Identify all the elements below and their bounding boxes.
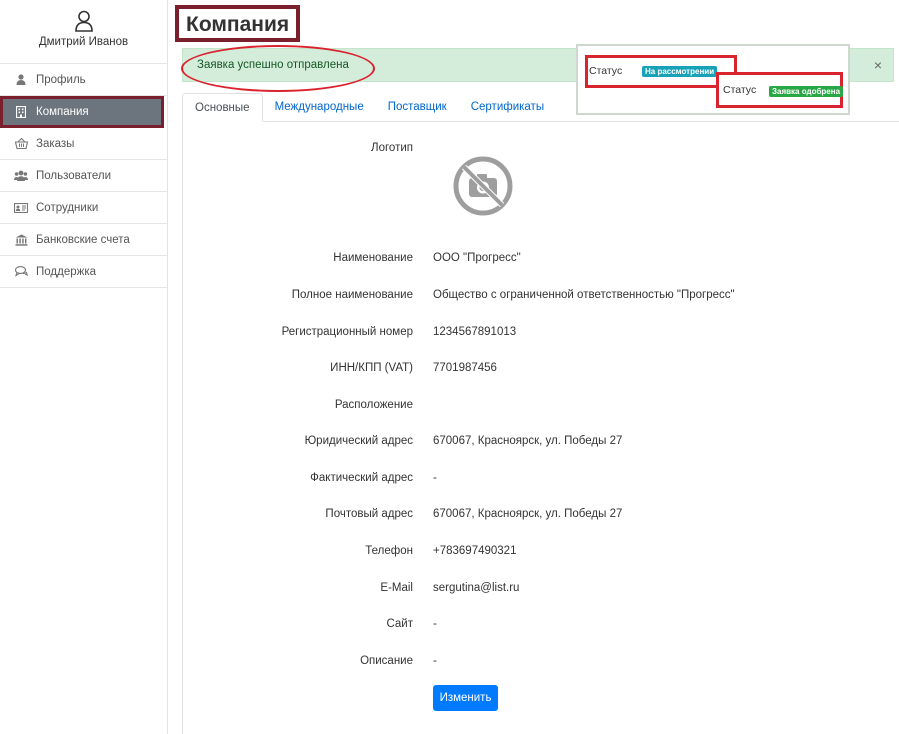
form-label: Описание xyxy=(360,655,413,667)
form-label: Фактический адрес xyxy=(310,472,413,484)
sidebar-item-company[interactable]: Компания xyxy=(0,96,164,128)
form-row-actual-address: Фактический адрес - xyxy=(168,472,899,492)
sidebar-item-label: Сотрудники xyxy=(36,201,99,214)
user-icon xyxy=(74,10,93,32)
tabs: Основные Международные Поставщик Сертифи… xyxy=(182,93,899,122)
form-value: 7701987456 xyxy=(433,362,497,374)
form-row-phone: Телефон +783697490321 xyxy=(168,545,899,565)
sidebar-item-support[interactable]: Поддержка xyxy=(0,256,167,288)
sidebar: Дмитрий Иванов Профиль Компания Заказы П… xyxy=(0,0,168,734)
sidebar-item-employees[interactable]: Сотрудники xyxy=(0,192,167,224)
sidebar-item-label: Компания xyxy=(36,105,89,118)
id-card-icon xyxy=(14,201,28,215)
tab-international[interactable]: Международные xyxy=(263,93,376,122)
form-label: Полное наименование xyxy=(291,289,413,301)
form-label: Юридический адрес xyxy=(304,435,413,447)
form-value: ООО "Прогресс" xyxy=(433,252,521,264)
alert-highlight-ellipse xyxy=(181,45,375,92)
tab-certificates[interactable]: Сертификаты xyxy=(459,93,556,122)
form-row-email: E-Mail sergutina@list.ru xyxy=(168,582,899,602)
sidebar-item-label: Заказы xyxy=(36,137,75,150)
form-row-location: Расположение xyxy=(168,399,899,419)
form-value: - xyxy=(433,655,437,667)
main-content: Компания Заявка успешно отправлена Стату… xyxy=(168,0,899,734)
form-label: Телефон xyxy=(365,545,413,557)
form-row-postal-address: Почтовый адрес 670067, Красноярск, ул. П… xyxy=(168,508,899,528)
no-camera-icon[interactable] xyxy=(452,155,514,217)
form-row-website: Сайт - xyxy=(168,618,899,638)
form-value: Общество с ограниченной ответственностью… xyxy=(433,289,735,301)
tab-main[interactable]: Основные xyxy=(182,93,263,122)
form-row-inn-kpp: ИНН/КПП (VAT) 7701987456 xyxy=(168,362,899,382)
sidebar-item-orders[interactable]: Заказы xyxy=(0,128,167,160)
chat-icon xyxy=(14,265,28,279)
sidebar-item-label: Банковские счета xyxy=(36,233,130,246)
users-icon xyxy=(14,169,28,183)
form-value: - xyxy=(433,472,437,484)
page-title: Компания xyxy=(175,5,301,42)
sidebar-item-bank-accounts[interactable]: Банковские счета xyxy=(0,224,167,256)
form-row-legal-address: Юридический адрес 670067, Красноярск, ул… xyxy=(168,435,899,455)
user-icon xyxy=(14,73,28,87)
status-review-badge: На рассмотрении xyxy=(642,66,718,77)
user-block[interactable]: Дмитрий Иванов xyxy=(0,0,167,64)
form-label: ИНН/КПП (VAT) xyxy=(330,362,413,374)
sidebar-item-label: Профиль xyxy=(36,73,86,86)
form-value: 670067, Красноярск, ул. Победы 27 xyxy=(433,508,623,520)
bank-icon xyxy=(14,233,28,247)
form-label: Почтовый адрес xyxy=(325,508,413,520)
form-row-description: Описание - xyxy=(168,655,899,675)
tab-supplier[interactable]: Поставщик xyxy=(376,93,459,122)
form-value: sergutina@list.ru xyxy=(433,582,520,594)
form-row-logo: Логотип xyxy=(168,142,899,162)
status-label: Статус xyxy=(589,65,623,77)
alert-close-button[interactable]: × xyxy=(871,58,885,72)
user-name: Дмитрий Иванов xyxy=(38,36,129,48)
form-value: +783697490321 xyxy=(433,545,517,557)
status-review-box: Статус На рассмотрении xyxy=(585,55,737,88)
building-icon xyxy=(14,105,28,119)
form-label: Логотип xyxy=(371,142,413,154)
form-label: Сайт xyxy=(386,618,413,630)
form-row-name: Наименование ООО "Прогресс" xyxy=(168,252,899,272)
form-label: Расположение xyxy=(334,399,413,411)
form-row-registration-number: Регистрационный номер 1234567891013 xyxy=(168,326,899,346)
form-value: 1234567891013 xyxy=(433,326,517,338)
form-value: - xyxy=(433,618,437,630)
sidebar-item-label: Пользователи xyxy=(36,169,112,182)
edit-button[interactable]: Изменить xyxy=(433,685,498,711)
form-row-full-name: Полное наименование Общество с ограничен… xyxy=(168,289,899,309)
form-label: Наименование xyxy=(333,252,413,264)
sidebar-item-label: Поддержка xyxy=(36,265,96,278)
sidebar-item-users[interactable]: Пользователи xyxy=(0,160,167,192)
form-value: 670067, Красноярск, ул. Победы 27 xyxy=(433,435,623,447)
content-border xyxy=(182,122,183,734)
form-label: Регистрационный номер xyxy=(281,326,413,338)
sidebar-item-profile[interactable]: Профиль xyxy=(0,64,167,96)
form-label: E-Mail xyxy=(380,582,413,594)
basket-icon xyxy=(14,137,28,151)
